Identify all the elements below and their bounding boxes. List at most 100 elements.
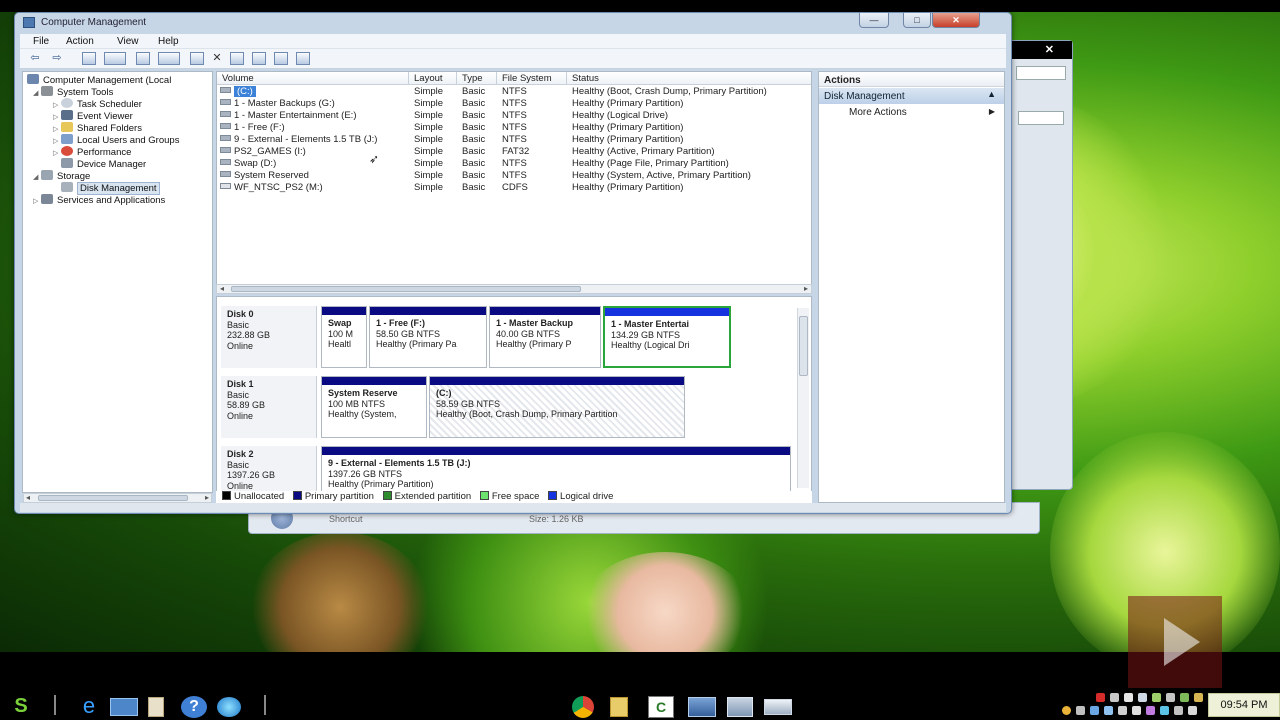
help-support-icon[interactable]: ? — [178, 695, 210, 719]
tree-horizontal-scrollbar[interactable]: ◂ ▸ — [23, 493, 212, 503]
background-window-close-icon[interactable]: ✕ — [1045, 43, 1054, 56]
tray-display-icon[interactable] — [1104, 706, 1113, 715]
disk-view-vertical-scrollbar[interactable] — [797, 308, 809, 488]
volume-list-horizontal-scrollbar[interactable]: ◂ ▸ — [216, 284, 812, 294]
tray-chat-icon[interactable] — [1160, 706, 1169, 715]
partition-free[interactable]: 1 - Free (F:) 58.50 GB NTFS Healthy (Prima… — [369, 306, 487, 368]
forward-arrow-icon[interactable]: ⇨ — [50, 52, 64, 65]
tray-network-icon[interactable] — [1152, 693, 1161, 702]
tree-item-local-users[interactable]: ▷ Local Users and Groups — [53, 134, 179, 146]
tray-security-icon[interactable] — [1180, 693, 1189, 702]
tree-item-services-applications[interactable]: ▷ Services and Applications — [33, 194, 165, 206]
tray-bluetooth-icon[interactable] — [1090, 706, 1099, 715]
minimize-button[interactable]: — — [859, 13, 889, 28]
task-app-icon[interactable]: C — [646, 695, 676, 719]
tray-folder-icon[interactable] — [1194, 693, 1203, 702]
volume-row[interactable]: (C:) Simple Basic NTFS Healthy (Boot, Crash … — [217, 86, 811, 98]
messenger-icon[interactable] — [214, 695, 244, 718]
volume-row[interactable]: 1 - Master Backups (G:) Simple Basic NTFS He… — [217, 98, 811, 110]
column-header-layout[interactable]: Layout — [409, 72, 457, 85]
actions-section-disk-management[interactable]: Disk Management ▲ — [819, 88, 1004, 104]
tray-flag-icon[interactable] — [1188, 706, 1197, 715]
partition-master-entertainment[interactable]: 1 - Master Entertai 134.29 GB NTFS Healthy… — [603, 306, 731, 368]
partition-swap[interactable]: Swap 100 M Healtl — [321, 306, 367, 368]
console-tree[interactable]: Computer Management (Local ◢ System Tools… — [22, 71, 213, 493]
volume-row[interactable]: WF_NTSC_PS2 (M:) Simple Basic CDFS Healthy (… — [217, 182, 811, 194]
more-actions-item[interactable]: More Actions ▶ — [849, 107, 999, 118]
column-header-file-system[interactable]: File System — [497, 72, 567, 85]
disk-graphical-view[interactable]: Disk 0 Basic 232.88 GB Online Swap 100 MH… — [216, 296, 812, 493]
tree-item-event-viewer[interactable]: ▷ Event Viewer — [53, 110, 133, 122]
documents-icon[interactable] — [144, 695, 168, 718]
volume-row[interactable]: Swap (D:) Simple Basic NTFS Healthy (Page Fi… — [217, 158, 811, 170]
collapse-icon[interactable]: ◢ — [33, 173, 41, 181]
start-button[interactable]: S — [4, 695, 38, 717]
explore-icon[interactable] — [252, 52, 266, 65]
search-disk-icon[interactable] — [274, 52, 288, 65]
show-desktop-icon[interactable] — [108, 695, 140, 717]
tray-device-icon[interactable] — [1076, 706, 1085, 715]
delete-icon[interactable]: ✕ — [210, 52, 224, 65]
partition-external-elements[interactable]: 9 - External - Elements 1.5 TB (J:) 1397.… — [321, 446, 791, 492]
disk-label-disk-1[interactable]: Disk 1 Basic 58.89 GB Online — [221, 376, 317, 438]
properties-icon[interactable] — [296, 52, 310, 65]
tree-item-device-manager[interactable]: Device Manager — [53, 158, 146, 170]
expand-icon[interactable]: ▷ — [53, 113, 61, 121]
tree-item-task-scheduler[interactable]: ▷ Task Scheduler — [53, 98, 142, 110]
tray-power-icon[interactable] — [1118, 706, 1127, 715]
tray-update-icon[interactable] — [1062, 706, 1071, 715]
expand-icon[interactable]: ▷ — [53, 101, 61, 109]
tray-notification-icon[interactable] — [1096, 693, 1105, 702]
disk-label-disk-0[interactable]: Disk 0 Basic 232.88 GB Online — [221, 306, 317, 368]
scrollbar-thumb[interactable] — [799, 316, 808, 376]
column-header-volume[interactable]: Volume — [217, 72, 409, 85]
scrollbar-thumb[interactable] — [231, 286, 581, 292]
column-header-type[interactable]: Type — [457, 72, 497, 85]
open-icon[interactable] — [230, 52, 244, 65]
expand-icon[interactable]: ▷ — [53, 149, 61, 157]
partition-c-drive[interactable]: (C:) 58.59 GB NTFS Healthy (Boot, Crash Du… — [429, 376, 685, 438]
close-button[interactable]: ✕ — [932, 13, 980, 28]
column-header-status[interactable]: Status — [567, 72, 811, 85]
chrome-icon[interactable] — [568, 695, 598, 719]
computer-management-taskbar-icon[interactable] — [686, 695, 718, 718]
collapse-icon[interactable]: ▲ — [987, 89, 996, 99]
scroll-left-icon[interactable]: ◂ — [26, 493, 30, 502]
volume-row[interactable]: 9 - External - Elements 1.5 TB (J:) Simpl… — [217, 134, 811, 146]
tree-item-shared-folders[interactable]: ▷ Shared Folders — [53, 122, 142, 134]
computer-management-window[interactable]: Computer Management — □ ✕ File Action Vi… — [14, 12, 1012, 514]
disk-label-disk-2[interactable]: Disk 2 Basic 1397.26 GB Online — [221, 446, 317, 492]
show-hide-tree-icon[interactable] — [104, 52, 126, 65]
back-arrow-icon[interactable]: ⇦ — [28, 52, 42, 65]
volume-list[interactable]: Volume Layout Type File System Status (C… — [216, 71, 812, 286]
volume-row[interactable]: 1 - Free (F:) Simple Basic NTFS Healthy (Pri… — [217, 122, 811, 134]
tree-item-disk-management[interactable]: Disk Management — [53, 182, 160, 195]
menu-view[interactable]: View — [117, 36, 139, 47]
maximize-button[interactable]: □ — [903, 13, 931, 28]
tray-keyboard-icon[interactable] — [1132, 706, 1141, 715]
volume-row[interactable]: PS2_GAMES (I:) Simple Basic FAT32 Healthy (A… — [217, 146, 811, 158]
menu-help[interactable]: Help — [158, 36, 179, 47]
tray-app-icon[interactable] — [1110, 693, 1119, 702]
tree-item-performance[interactable]: ▷ Performance — [53, 146, 131, 158]
explorer-folder-icon[interactable] — [606, 695, 632, 718]
partition-system-reserved[interactable]: System Reserve 100 MB NTFS Healthy (System… — [321, 376, 427, 438]
tray-sync-icon[interactable] — [1124, 693, 1133, 702]
help-icon[interactable] — [136, 52, 150, 65]
tree-item-computer-management[interactable]: Computer Management (Local — [27, 74, 171, 86]
expand-icon[interactable]: ▷ — [53, 137, 61, 145]
network-icon[interactable] — [724, 695, 756, 718]
show-hide-action-pane-icon[interactable] — [158, 52, 180, 65]
taskbar-clock[interactable]: 09:54 PM — [1208, 693, 1280, 717]
tray-usb-icon[interactable] — [1166, 693, 1175, 702]
scroll-left-icon[interactable]: ◂ — [220, 284, 224, 293]
scrollbar-thumb[interactable] — [38, 495, 188, 501]
tree-item-storage[interactable]: ◢ Storage — [33, 170, 90, 182]
menu-action[interactable]: Action — [66, 36, 94, 47]
scroll-right-icon[interactable]: ▸ — [804, 284, 808, 293]
connect-disk-icon[interactable] — [190, 52, 204, 65]
scroll-right-icon[interactable]: ▸ — [205, 493, 209, 502]
printer-icon[interactable] — [762, 695, 794, 717]
title-bar[interactable]: Computer Management — □ ✕ — [15, 13, 1011, 33]
volume-row[interactable]: 1 - Master Entertainment (E:) Simple Basic… — [217, 110, 811, 122]
